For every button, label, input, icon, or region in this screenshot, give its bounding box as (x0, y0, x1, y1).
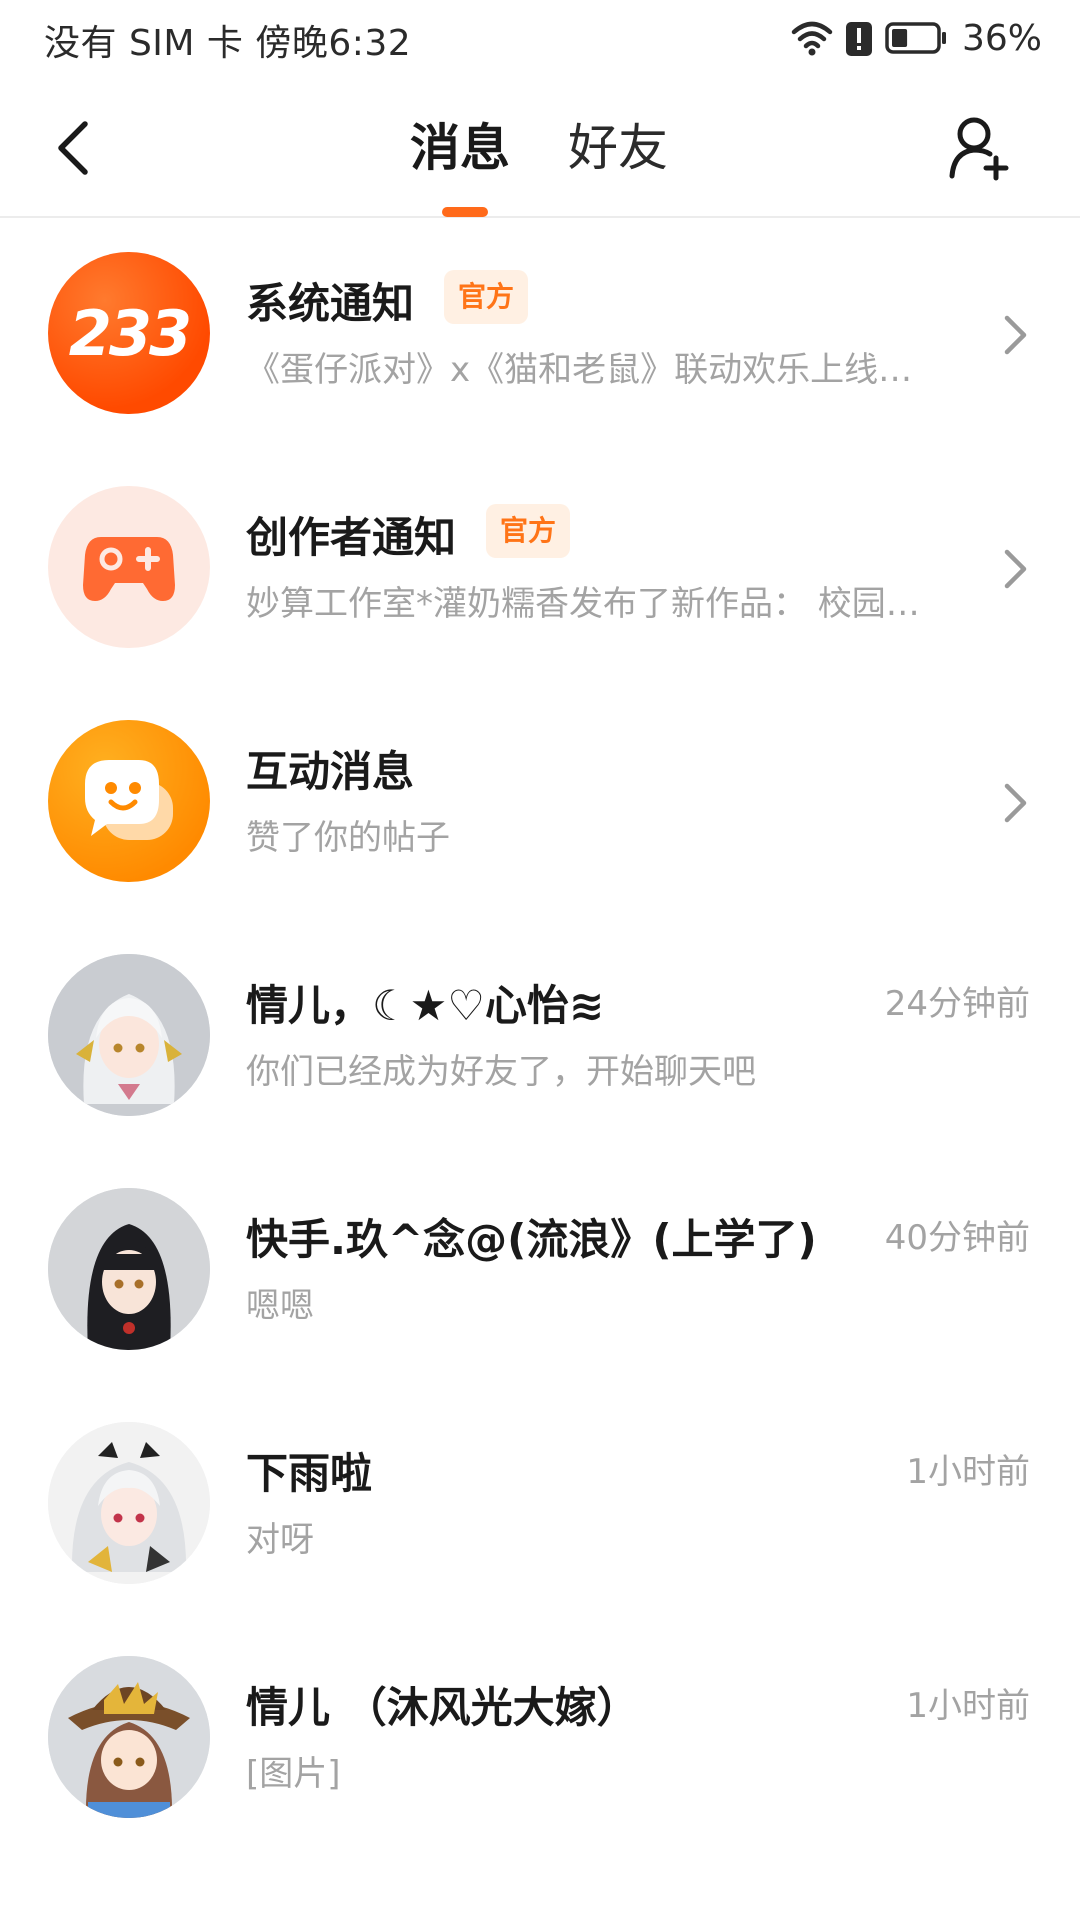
message-time: 40分钟前 (884, 1218, 1030, 1258)
tab-messages[interactable]: 消息 (410, 108, 510, 188)
row-title: 系统通知 (246, 279, 415, 328)
chevron-right-icon (1004, 549, 1027, 589)
row-title: 情儿 （沐风光大嫁） (246, 1683, 639, 1732)
user-avatar-icon (48, 1656, 210, 1818)
row-title: 创作者通知 (246, 513, 457, 562)
battery-icon (884, 20, 948, 56)
list-item-chat[interactable]: 情儿 （沐风光大嫁） 1小时前 [图片] (0, 1622, 1080, 1856)
user-avatar-icon (48, 954, 210, 1116)
header: 消息 好友 (0, 76, 1080, 218)
avatar (48, 720, 210, 882)
list-item-chat[interactable]: 下雨啦 1小时前 对呀 (0, 1388, 1080, 1622)
battery-percent: 36% (961, 17, 1042, 59)
row-title: 下雨啦 (246, 1449, 373, 1498)
row-preview: 赞了你的帖子 (246, 818, 450, 858)
status-icons: 36% (790, 14, 1042, 62)
row-preview: 《蛋仔派对》x《猫和老鼠》联动欢乐上线… (246, 350, 913, 390)
list-item-system-notice[interactable]: 233 系统通知 官方 《蛋仔派对》x《猫和老鼠》联动欢乐上线… (0, 218, 1080, 452)
avatar: 233 (48, 252, 210, 414)
avatar (48, 486, 210, 648)
user-avatar-icon (48, 1422, 210, 1584)
avatar (48, 1188, 210, 1350)
row-preview: [图片] (246, 1754, 341, 1794)
list-item-chat[interactable]: 快手.玖^念@(流浪》(上学了) 40分钟前 嗯嗯 (0, 1154, 1080, 1388)
message-time: 1小时前 (906, 1452, 1030, 1492)
row-preview: 对呀 (246, 1520, 314, 1560)
chevron-right-icon (1004, 315, 1027, 355)
row-title: 快手.玖^念@(流浪》(上学了) (246, 1215, 817, 1264)
active-tab-indicator (442, 207, 488, 217)
message-time: 24分钟前 (884, 984, 1030, 1024)
row-preview: 嗯嗯 (246, 1286, 314, 1326)
row-preview: 妙算工作室*灌奶糯香发布了新作品： 校园… (246, 584, 920, 624)
gamepad-icon (83, 537, 175, 601)
back-button[interactable] (38, 106, 108, 190)
alert-icon (844, 18, 874, 58)
status-text: 没有 SIM 卡 傍晚6:32 (44, 23, 412, 64)
back-arrow-icon (58, 121, 88, 175)
avatar (48, 1656, 210, 1818)
user-avatar-icon (48, 1188, 210, 1350)
list-item-creator-notice[interactable]: 创作者通知 官方 妙算工作室*灌奶糯香发布了新作品： 校园… (0, 452, 1080, 686)
official-badge: 官方 (444, 270, 529, 324)
official-badge: 官方 (486, 504, 571, 558)
add-friend-button[interactable] (942, 110, 1018, 186)
logo-233-icon: 233 (68, 296, 192, 370)
message-list: 233 系统通知 官方 《蛋仔派对》x《猫和老鼠》联动欢乐上线… 创作者通知 官… (0, 218, 1080, 1856)
tab-friends[interactable]: 好友 (568, 108, 668, 188)
list-item-interaction[interactable]: 互动消息 赞了你的帖子 (0, 686, 1080, 920)
row-title: 互动消息 (246, 747, 415, 796)
list-item-chat[interactable]: 情儿，☾★♡心怡≋ 24分钟前 你们已经成为好友了，开始聊天吧 (0, 920, 1080, 1154)
avatar (48, 1422, 210, 1584)
avatar (48, 954, 210, 1116)
chat-bubble-smile-icon (85, 760, 173, 840)
chevron-right-icon (1004, 783, 1027, 823)
wifi-icon (790, 18, 834, 58)
status-bar: 没有 SIM 卡 傍晚6:32 36% (0, 0, 1080, 76)
screen: 没有 SIM 卡 傍晚6:32 36% 消息 好友 233 系统通知 官方 《蛋… (0, 0, 1080, 1920)
add-user-icon (949, 117, 1009, 181)
row-title: 情儿，☾★♡心怡≋ (246, 981, 605, 1030)
message-time: 1小时前 (906, 1686, 1030, 1726)
row-preview: 你们已经成为好友了，开始聊天吧 (246, 1052, 756, 1092)
